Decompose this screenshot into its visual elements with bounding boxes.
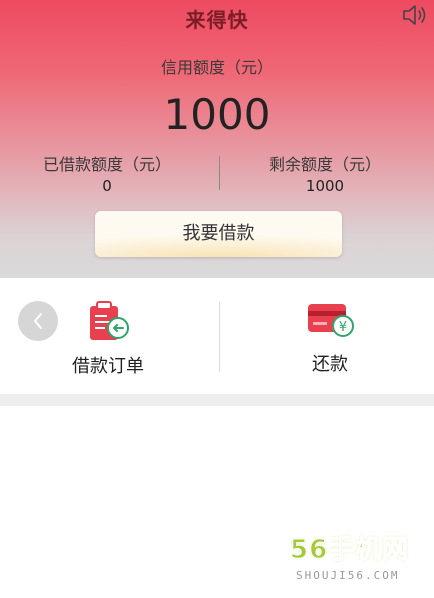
borrowed-stat: 已借款额度（元） 0: [32, 151, 182, 195]
panel-divider: [219, 302, 220, 372]
watermark-sub: SHOUJI56.COM: [296, 569, 400, 582]
repayment-label: 还款: [312, 354, 348, 375]
borrow-button[interactable]: 我要借款: [95, 211, 342, 257]
borrowed-value: 0: [102, 177, 112, 195]
stat-divider: [219, 156, 220, 190]
loan-orders-label: 借款订单: [72, 356, 144, 377]
credit-limit-label: 信用额度（元）: [160, 58, 273, 77]
borrowed-label: 已借款额度（元）: [42, 155, 171, 174]
clipboard-order-icon: [58, 300, 158, 346]
site-watermark: 56手机网 SHOUJI56.COM: [290, 535, 430, 587]
repayment-entry[interactable]: ¥ 还款: [280, 300, 380, 376]
section-separator: [0, 394, 434, 406]
back-button[interactable]: [18, 301, 58, 341]
card-repay-icon: ¥: [280, 300, 380, 344]
remaining-label: 剩余额度（元）: [268, 155, 381, 174]
watermark-main: 56手机网: [290, 535, 410, 566]
svg-text:¥: ¥: [339, 320, 347, 335]
remaining-value: 1000: [305, 177, 345, 195]
remaining-stat: 剩余额度（元） 1000: [250, 151, 400, 195]
app-title: 来得快: [185, 8, 249, 32]
speaker-icon[interactable]: [401, 3, 429, 27]
loan-orders-entry[interactable]: 借款订单: [58, 300, 158, 378]
credit-limit-amount: 1000: [163, 90, 271, 139]
